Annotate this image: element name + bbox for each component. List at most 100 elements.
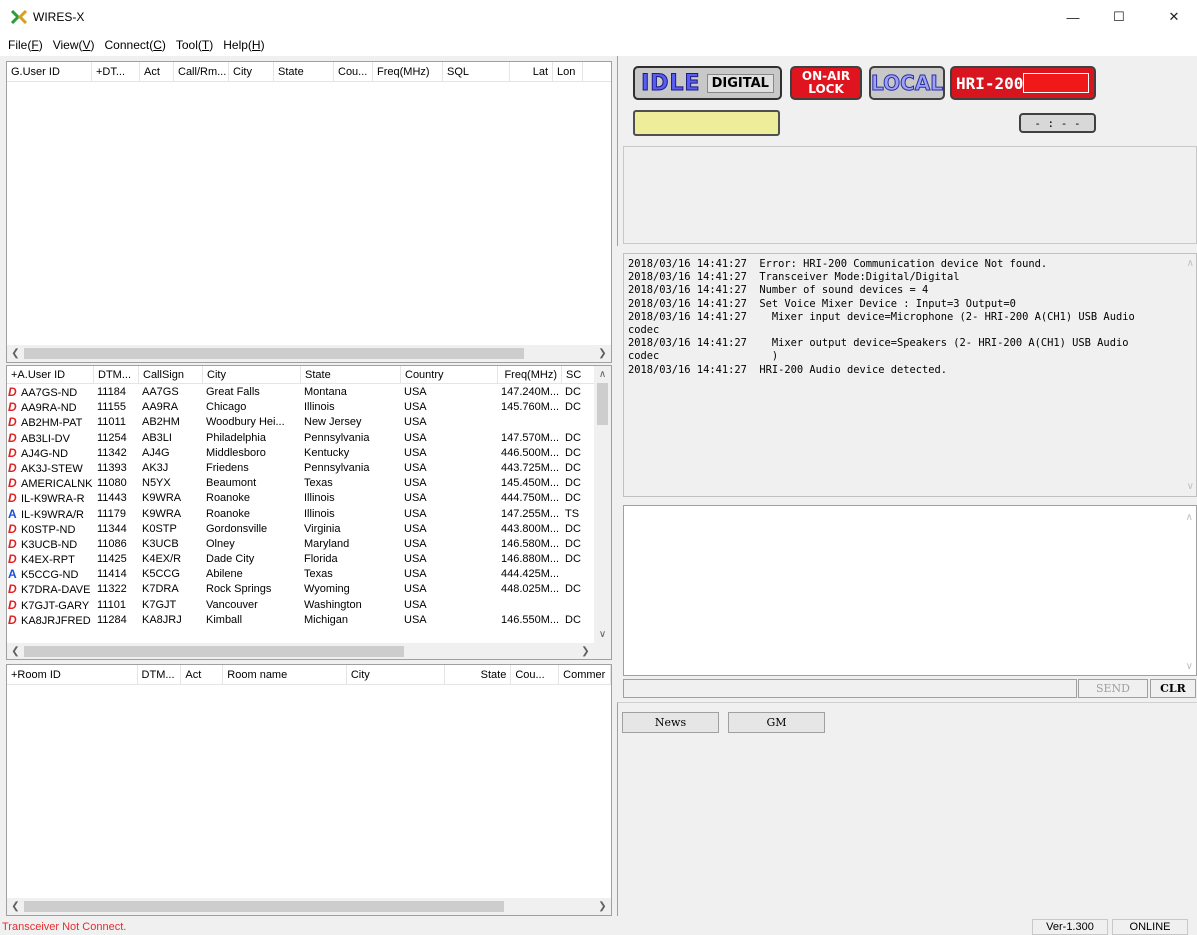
log-scroll-up-icon[interactable]: ∧ (1187, 258, 1194, 269)
close-button[interactable]: ✕ (1151, 0, 1197, 34)
cell-state: Kentucky (304, 446, 350, 459)
col-g-user-id[interactable]: G.User ID (7, 62, 92, 81)
message-area[interactable]: ∧ ∨ (623, 505, 1197, 676)
user-list-hscrollbar[interactable]: ❮ ❯ (7, 643, 611, 659)
send-button[interactable]: SEND (1078, 679, 1148, 698)
user-list-vscrollbar[interactable]: ∧ ∨ (594, 366, 611, 643)
menu-tool[interactable]: Tool(T) (176, 38, 213, 52)
scroll-up-icon[interactable]: ∧ (594, 366, 611, 383)
col-user-id[interactable]: +A.User ID (7, 366, 94, 383)
user-id-cell: A IL-K9WRA/R (7, 507, 94, 522)
minimize-button[interactable]: — (1050, 0, 1096, 34)
table-row[interactable]: A IL-K9WRA/R 11179 K9WRA Roanoke Illinois USA 1… (7, 507, 611, 522)
col-room-dtmf[interactable]: DTM... (138, 665, 182, 684)
table-row[interactable]: D K4EX-RPT 11425 K4EX/R Dade City Florida USA 1… (7, 552, 611, 567)
table-row[interactable]: A K5CCG-ND 11414 K5CCG Abilene Texas USA 444.42… (7, 567, 611, 582)
clr-button[interactable]: CLR (1150, 679, 1196, 698)
table-row[interactable]: D KA8JRJFRED 11284 KA8JRJ Kimball Michigan USA… (7, 613, 611, 628)
scroll-thumb[interactable] (24, 646, 404, 657)
menu-view[interactable]: View(V) (53, 38, 95, 52)
col-room-act[interactable]: Act (181, 665, 224, 684)
cell-country: USA (404, 613, 427, 626)
col-room-state[interactable]: State (445, 665, 512, 684)
scroll-left-icon[interactable]: ❮ (7, 643, 24, 659)
col-room-id[interactable]: +Room ID (7, 665, 138, 684)
col-callsign[interactable]: CallSign (139, 366, 203, 383)
user-id-cell: D AB3LI-DV (7, 431, 94, 446)
scroll-thumb[interactable] (597, 383, 608, 425)
table-row[interactable]: D AA9RA-ND 11155 AA9RA Chicago Illinois USA 145… (7, 400, 611, 415)
col-room-name[interactable]: Room name (223, 665, 347, 684)
table-row[interactable]: D AA7GS-ND 11184 AA7GS Great Falls Montana USA… (7, 385, 611, 400)
menu-file[interactable]: File(F) (8, 38, 43, 52)
col-country[interactable]: Country (401, 366, 498, 383)
table-row[interactable]: D AB3LI-DV 11254 AB3LI Philadelphia Pennsylva… (7, 431, 611, 446)
col-g-lon[interactable]: Lon (553, 62, 583, 81)
cell-sc: DC (565, 537, 581, 550)
col-room-country[interactable]: Cou... (511, 665, 560, 684)
cell-sc: DC (565, 613, 581, 626)
cell-sc: DC (565, 401, 581, 414)
active-user-list[interactable]: +A.User ID DTM... CallSign City State Co… (6, 365, 612, 660)
log-line: codec ) (628, 350, 779, 363)
col-g-city[interactable]: City (229, 62, 274, 81)
scroll-right-icon[interactable]: ❯ (594, 345, 611, 362)
group-user-list[interactable]: G.User ID +DT... Act Call/Rm... City Sta… (6, 61, 612, 363)
scroll-left-icon[interactable]: ❮ (7, 898, 24, 915)
col-g-state[interactable]: State (274, 62, 334, 81)
news-button[interactable]: News (622, 712, 719, 733)
group-list-hscrollbar[interactable]: ❮ ❯ (7, 345, 611, 362)
col-freq[interactable]: Freq(MHz) (498, 366, 562, 383)
table-row[interactable]: D AMERICALNK 11080 N5YX Beaumont Texas USA 145.… (7, 476, 611, 491)
col-g-call[interactable]: Call/Rm... (174, 62, 229, 81)
room-list[interactable]: +Room ID DTM... Act Room name City State… (6, 664, 612, 916)
col-state[interactable]: State (301, 366, 401, 383)
cell-dtmf: 11425 (97, 553, 127, 566)
col-room-comment[interactable]: Commer (559, 665, 611, 684)
scroll-left-icon[interactable]: ❮ (7, 345, 24, 362)
table-row[interactable]: D AK3J-STEW 11393 AK3J Friedens Pennsylvania U… (7, 461, 611, 476)
gm-button[interactable]: GM (728, 712, 825, 733)
table-row[interactable]: D K3UCB-ND 11086 K3UCB Olney Maryland USA 146.5… (7, 537, 611, 552)
col-g-country[interactable]: Cou... (334, 62, 373, 81)
col-g-freq[interactable]: Freq(MHz) (373, 62, 443, 81)
table-row[interactable]: D K7DRA-DAVE 11322 K7DRA Rock Springs Wyoming… (7, 582, 611, 597)
table-row[interactable]: D K7GJT-GARY 11101 K7GJT Vancouver Washington… (7, 598, 611, 613)
col-g-dtmf[interactable]: +DT... (92, 62, 140, 81)
user-id-cell: D K7DRA-DAVE (7, 582, 94, 597)
cell-dtmf: 11179 (97, 507, 126, 520)
message-input[interactable] (623, 679, 1077, 698)
cell-freq: 145.450M... (501, 477, 560, 490)
menu-connect[interactable]: Connect(C) (105, 38, 166, 52)
cell-city: Olney (206, 537, 235, 550)
col-dtmf[interactable]: DTM... (94, 366, 139, 383)
log-line: 2018/03/16 14:41:27 Number of sound devi… (628, 284, 929, 297)
scroll-down-icon[interactable]: ∨ (594, 626, 611, 643)
cell-city: Rock Springs (206, 583, 272, 596)
table-row[interactable]: D AJ4G-ND 11342 AJ4G Middlesboro Kentucky USA 4… (7, 446, 611, 461)
table-row[interactable]: D IL-K9WRA-R 11443 K9WRA Roanoke Illinois USA 4… (7, 491, 611, 506)
analog-mode-icon: A (8, 506, 17, 521)
table-row[interactable]: D AB2HM-PAT 11011 AB2HM Woodbury Hei... New J… (7, 415, 611, 430)
table-row[interactable]: D K0STP-ND 11344 K0STP Gordonsville Virginia U… (7, 522, 611, 537)
col-city[interactable]: City (203, 366, 301, 383)
scroll-right-icon[interactable]: ❯ (594, 898, 611, 915)
scroll-right-icon[interactable]: ❯ (577, 643, 594, 659)
cell-country: USA (404, 598, 427, 611)
msg-scroll-up-icon[interactable]: ∧ (1186, 512, 1193, 523)
col-sc[interactable]: SC (562, 366, 596, 383)
scroll-thumb[interactable] (24, 348, 524, 359)
msg-scroll-down-icon[interactable]: ∨ (1186, 661, 1193, 672)
col-g-lat[interactable]: Lat (510, 62, 553, 81)
col-g-act[interactable]: Act (140, 62, 174, 81)
cell-freq: 444.750M... (501, 492, 560, 505)
col-g-sql[interactable]: SQL (443, 62, 510, 81)
scroll-thumb[interactable] (24, 901, 504, 912)
room-list-hscrollbar[interactable]: ❮ ❯ (7, 898, 611, 915)
maximize-button[interactable]: ☐ (1096, 0, 1142, 34)
col-room-city[interactable]: City (347, 665, 445, 684)
user-id-text: IL-K9WRA-R (21, 493, 85, 506)
log-scroll-down-icon[interactable]: ∨ (1187, 481, 1194, 492)
log-panel[interactable]: 2018/03/16 14:41:27 Error: HRI-200 Commu… (623, 253, 1197, 497)
menu-help[interactable]: Help(H) (223, 38, 264, 52)
